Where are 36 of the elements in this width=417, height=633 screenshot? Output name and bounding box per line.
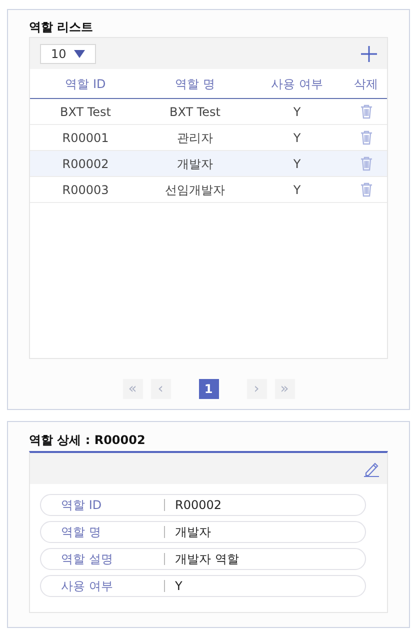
- field-value: 개발자 역할: [174, 551, 239, 568]
- page-size-select[interactable]: 10: [40, 44, 96, 64]
- field-label: 역할 설명: [41, 553, 165, 565]
- panel-title: 역할 리스트: [29, 19, 94, 36]
- panel-title: 역할 상세 : R00002: [29, 432, 146, 449]
- table-cell-text: Y: [293, 130, 301, 146]
- pencil-icon[interactable]: [364, 460, 379, 476]
- trash-icon[interactable]: [360, 156, 372, 171]
- column-header: 삭제: [354, 76, 378, 92]
- table-cell-text: R00001: [62, 130, 109, 146]
- trash-icon[interactable]: [360, 104, 372, 119]
- table-cell-text: R00003: [62, 182, 109, 198]
- table-cell-text: 관리자: [177, 130, 213, 146]
- table-row[interactable]: R00002 개발자 Y: [30, 151, 387, 177]
- table-cell-text: R00002: [62, 156, 109, 172]
- table-cell-text: BXT Test: [169, 104, 221, 120]
- column-header: 사용 여부: [271, 76, 323, 92]
- page-button[interactable]: 1: [198, 379, 218, 399]
- field-label: 역할 명: [41, 526, 165, 538]
- table-cell-text: Y: [293, 104, 301, 120]
- add-icon[interactable]: [361, 46, 377, 62]
- column-header: 역할 ID: [65, 76, 106, 92]
- field-value: 개발자: [174, 524, 211, 541]
- field-label: 역할 ID: [41, 499, 165, 511]
- field-label: 사용 여부: [41, 580, 165, 592]
- trash-icon[interactable]: [360, 182, 372, 197]
- table-cell-text: Y: [293, 182, 301, 198]
- table-cell-text: BXT Test: [60, 104, 112, 120]
- table-cell-text: 선임개발자: [165, 182, 225, 198]
- trash-icon[interactable]: [360, 130, 372, 145]
- caret-icon: [74, 50, 85, 58]
- field-value: R00002: [174, 497, 222, 514]
- field-value: Y: [174, 578, 182, 595]
- table-cell-text: Y: [293, 156, 301, 172]
- table-cell-text: 개발자: [177, 156, 213, 172]
- column-header: 역할 명: [175, 76, 215, 92]
